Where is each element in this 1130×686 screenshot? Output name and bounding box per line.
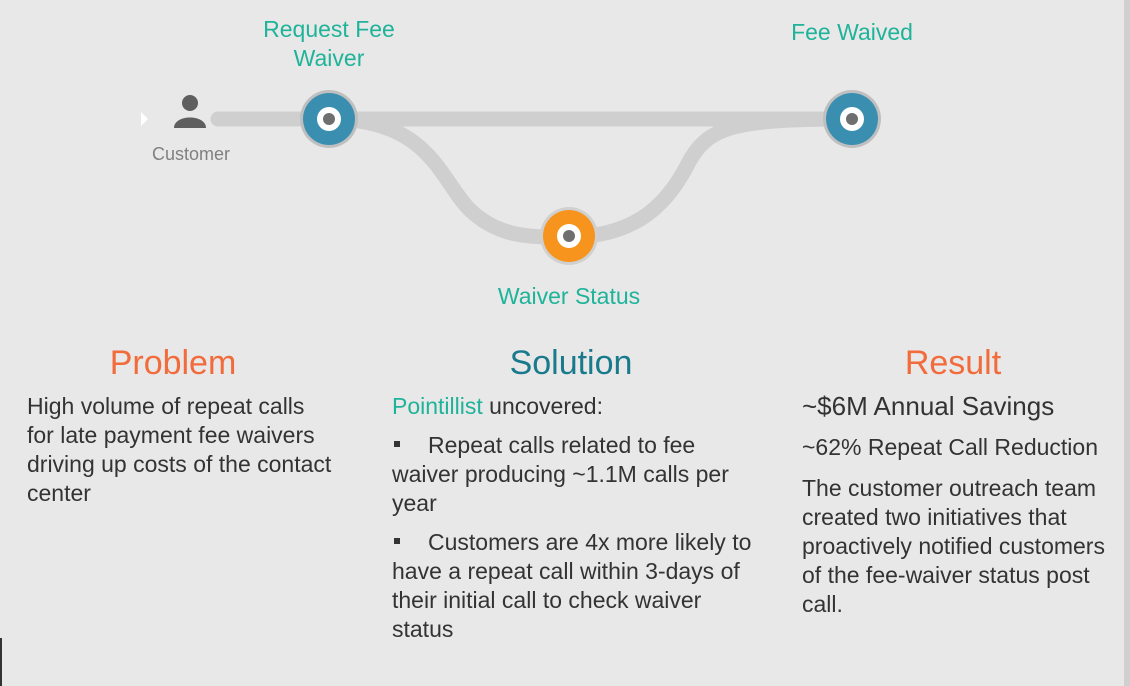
waiver-status-node[interactable] — [540, 207, 598, 265]
solution-intro-rest: uncovered: — [482, 393, 603, 419]
request-fee-waiver-label: Request Fee Waiver — [263, 16, 395, 71]
customer-person-icon — [174, 95, 206, 128]
brand-name: Pointillist — [392, 393, 483, 419]
result-reduction: ~62% Repeat Call Reduction — [802, 434, 1098, 460]
cursor-line — [0, 638, 2, 686]
result-body: ~$6M Annual Savings ~62% Repeat Call Red… — [802, 392, 1120, 629]
bullet-icon — [394, 538, 400, 545]
bullet-icon — [394, 441, 400, 448]
solution-bullet-2-text: Customers are 4x more likely to have a r… — [392, 529, 752, 642]
waiver-status-label: Waiver Status — [497, 283, 641, 309]
result-text: The customer outreach team created two i… — [802, 475, 1105, 617]
solution-body: Pointillist uncovered: Repeat calls rela… — [392, 392, 752, 654]
branch-path-up — [567, 111, 853, 245]
problem-title: Problem — [109, 344, 237, 382]
solution-intro: Pointillist uncovered: — [392, 392, 752, 421]
request-fee-waiver-node[interactable] — [300, 90, 358, 148]
solution-title: Solution — [509, 344, 633, 382]
branch-path-down — [329, 111, 569, 245]
solution-bullet-1: Repeat calls related to fee waiver produ… — [392, 431, 752, 518]
fee-waived-node[interactable] — [823, 90, 881, 148]
solution-bullet-1-text: Repeat calls related to fee waiver produ… — [392, 432, 729, 516]
result-savings: ~$6M Annual Savings — [802, 391, 1055, 421]
fee-waived-label: Fee Waived — [791, 19, 913, 45]
start-arrow-icon — [141, 112, 148, 126]
problem-text: High volume of repeat calls for late pay… — [27, 393, 332, 506]
customer-label: Customer — [151, 144, 231, 164]
result-title: Result — [904, 344, 1002, 382]
solution-bullet-2: Customers are 4x more likely to have a r… — [392, 528, 752, 644]
